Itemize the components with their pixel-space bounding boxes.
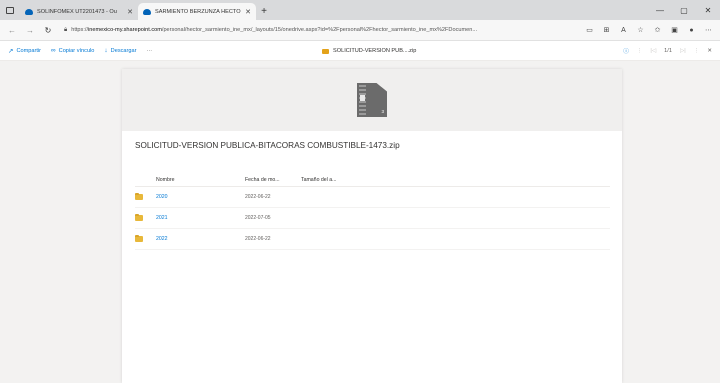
share-label: Compartir <box>16 47 42 54</box>
viewer-command-bar: ↗ Compartir ∞ Copiar vínculo ↓ Descargar… <box>0 41 720 61</box>
column-header-size[interactable]: Tamaño del a... <box>301 177 361 183</box>
minimize-button[interactable]: — <box>648 0 672 20</box>
apps-grid-icon[interactable]: ⊞ <box>599 22 614 38</box>
close-window-button[interactable]: ✕ <box>696 0 720 20</box>
zip-archive-icon: 3 <box>357 83 387 117</box>
profile-icon[interactable]: ● <box>684 22 699 38</box>
new-tab-button[interactable]: + <box>256 3 272 20</box>
browser-toolbar: ← → ↻ 🔒︎ https://inemexico-my.sharepoint… <box>0 20 720 41</box>
url-host: inemexico-my.sharepoint.com <box>88 27 162 33</box>
lock-icon[interactable]: 🔒︎ <box>64 27 67 34</box>
tab-title: SARMIENTO BERZUNZA HECTOR <box>155 8 242 15</box>
folder-name[interactable]: 2020 <box>156 194 245 200</box>
back-button[interactable]: ← <box>4 22 20 38</box>
viewer-title-text: SOLICITUD-VERSION PUB....zip <box>333 48 417 54</box>
archive-title: SOLICITUD-VERSION PUBLICA-BITACORAS COMB… <box>135 141 400 150</box>
favorites-icon[interactable]: ✩ <box>650 22 665 38</box>
info-icon[interactable]: ⓘ <box>623 47 629 55</box>
column-header-name[interactable]: Nombre <box>135 177 245 183</box>
browser-tab-outlook[interactable]: SOLINFOMEX UT2201473 - Ou ✕ <box>20 3 138 20</box>
download-label: Descargar <box>110 47 137 54</box>
folder-icon <box>135 192 143 200</box>
download-button[interactable]: ↓ Descargar <box>104 47 136 54</box>
archive-contents-table: Nombre Fecha de mo... Tamaño del a... 20… <box>135 173 610 250</box>
maximize-button[interactable]: ▢ <box>672 0 696 20</box>
zip-preview-hero: 3 <box>122 69 622 131</box>
folder-icon <box>135 213 143 221</box>
screencast-icon[interactable]: ▭ <box>582 22 597 38</box>
modified-date: 2022-06-22 <box>245 194 271 200</box>
onedrive-icon <box>143 8 151 15</box>
last-page-icon[interactable]: ▷| <box>680 48 686 54</box>
previous-button[interactable]: ⋮ <box>637 48 643 54</box>
table-row[interactable]: 2022 2022-06-22 <box>135 229 610 250</box>
folder-name[interactable]: 2022 <box>156 236 245 242</box>
page-indicator: 1/1 <box>664 48 672 54</box>
column-header-date[interactable]: Fecha de mo... <box>245 177 301 183</box>
more-options-icon[interactable]: ⋯ <box>701 22 716 38</box>
copy-link-label: Copiar vínculo <box>58 47 95 54</box>
table-row[interactable]: 2020 2022-06-22 <box>135 187 610 208</box>
next-button[interactable]: ⋮ <box>694 48 700 54</box>
forward-button[interactable]: → <box>22 22 38 38</box>
close-icon[interactable]: ✕ <box>245 8 251 16</box>
viewer-pager: ⓘ ⋮ |◁ 1/1 ▷| ⋮ ✕ <box>623 41 712 61</box>
copy-link-button[interactable]: ∞ Copiar vínculo <box>51 47 94 54</box>
folder-name[interactable]: 2021 <box>156 215 245 221</box>
url-scheme: https:// <box>71 27 88 33</box>
browser-tab-sharepoint[interactable]: SARMIENTO BERZUNZA HECTOR ✕ <box>138 3 256 20</box>
address-bar[interactable]: 🔒︎ https://inemexico-my.sharepoint.com/p… <box>58 23 580 38</box>
read-aloud-icon[interactable]: A <box>616 22 631 38</box>
close-viewer-icon[interactable]: ✕ <box>707 48 712 54</box>
share-icon: ↗ <box>8 47 14 55</box>
url-path: /personal/hector_sarmiento_ine_mx/_layou… <box>161 27 478 33</box>
share-button[interactable]: ↗ Compartir <box>8 47 41 55</box>
download-icon: ↓ <box>104 47 108 54</box>
zip-file-icon <box>322 48 329 54</box>
collections-icon[interactable]: ▣ <box>667 22 682 38</box>
zip-item-count: 3 <box>381 109 384 114</box>
modified-date: 2022-07-05 <box>245 215 271 221</box>
onedrive-icon <box>25 8 33 15</box>
favorite-add-icon[interactable]: ☆ <box>633 22 648 38</box>
refresh-button[interactable]: ↻ <box>40 22 56 38</box>
table-header: Nombre Fecha de mo... Tamaño del a... <box>135 173 610 187</box>
window-controls: — ▢ ✕ <box>648 0 720 20</box>
tab-title: SOLINFOMEX UT2201473 - Ou <box>37 8 117 15</box>
link-icon: ∞ <box>51 47 56 54</box>
browser-tab-strip: SOLINFOMEX UT2201473 - Ou ✕ SARMIENTO BE… <box>0 0 720 20</box>
modified-date: 2022-06-22 <box>245 236 271 242</box>
more-commands-button[interactable]: ··· <box>146 48 152 54</box>
close-icon[interactable]: ✕ <box>127 8 133 16</box>
table-row[interactable]: 2021 2022-07-05 <box>135 208 610 229</box>
first-page-icon[interactable]: |◁ <box>650 48 656 54</box>
viewer-file-title: SOLICITUD-VERSION PUB....zip <box>322 41 416 61</box>
tab-actions-icon[interactable] <box>0 0 20 20</box>
folder-icon <box>135 234 143 242</box>
zip-preview-panel: 3 SOLICITUD-VERSION PUBLICA-BITACORAS CO… <box>122 69 622 383</box>
